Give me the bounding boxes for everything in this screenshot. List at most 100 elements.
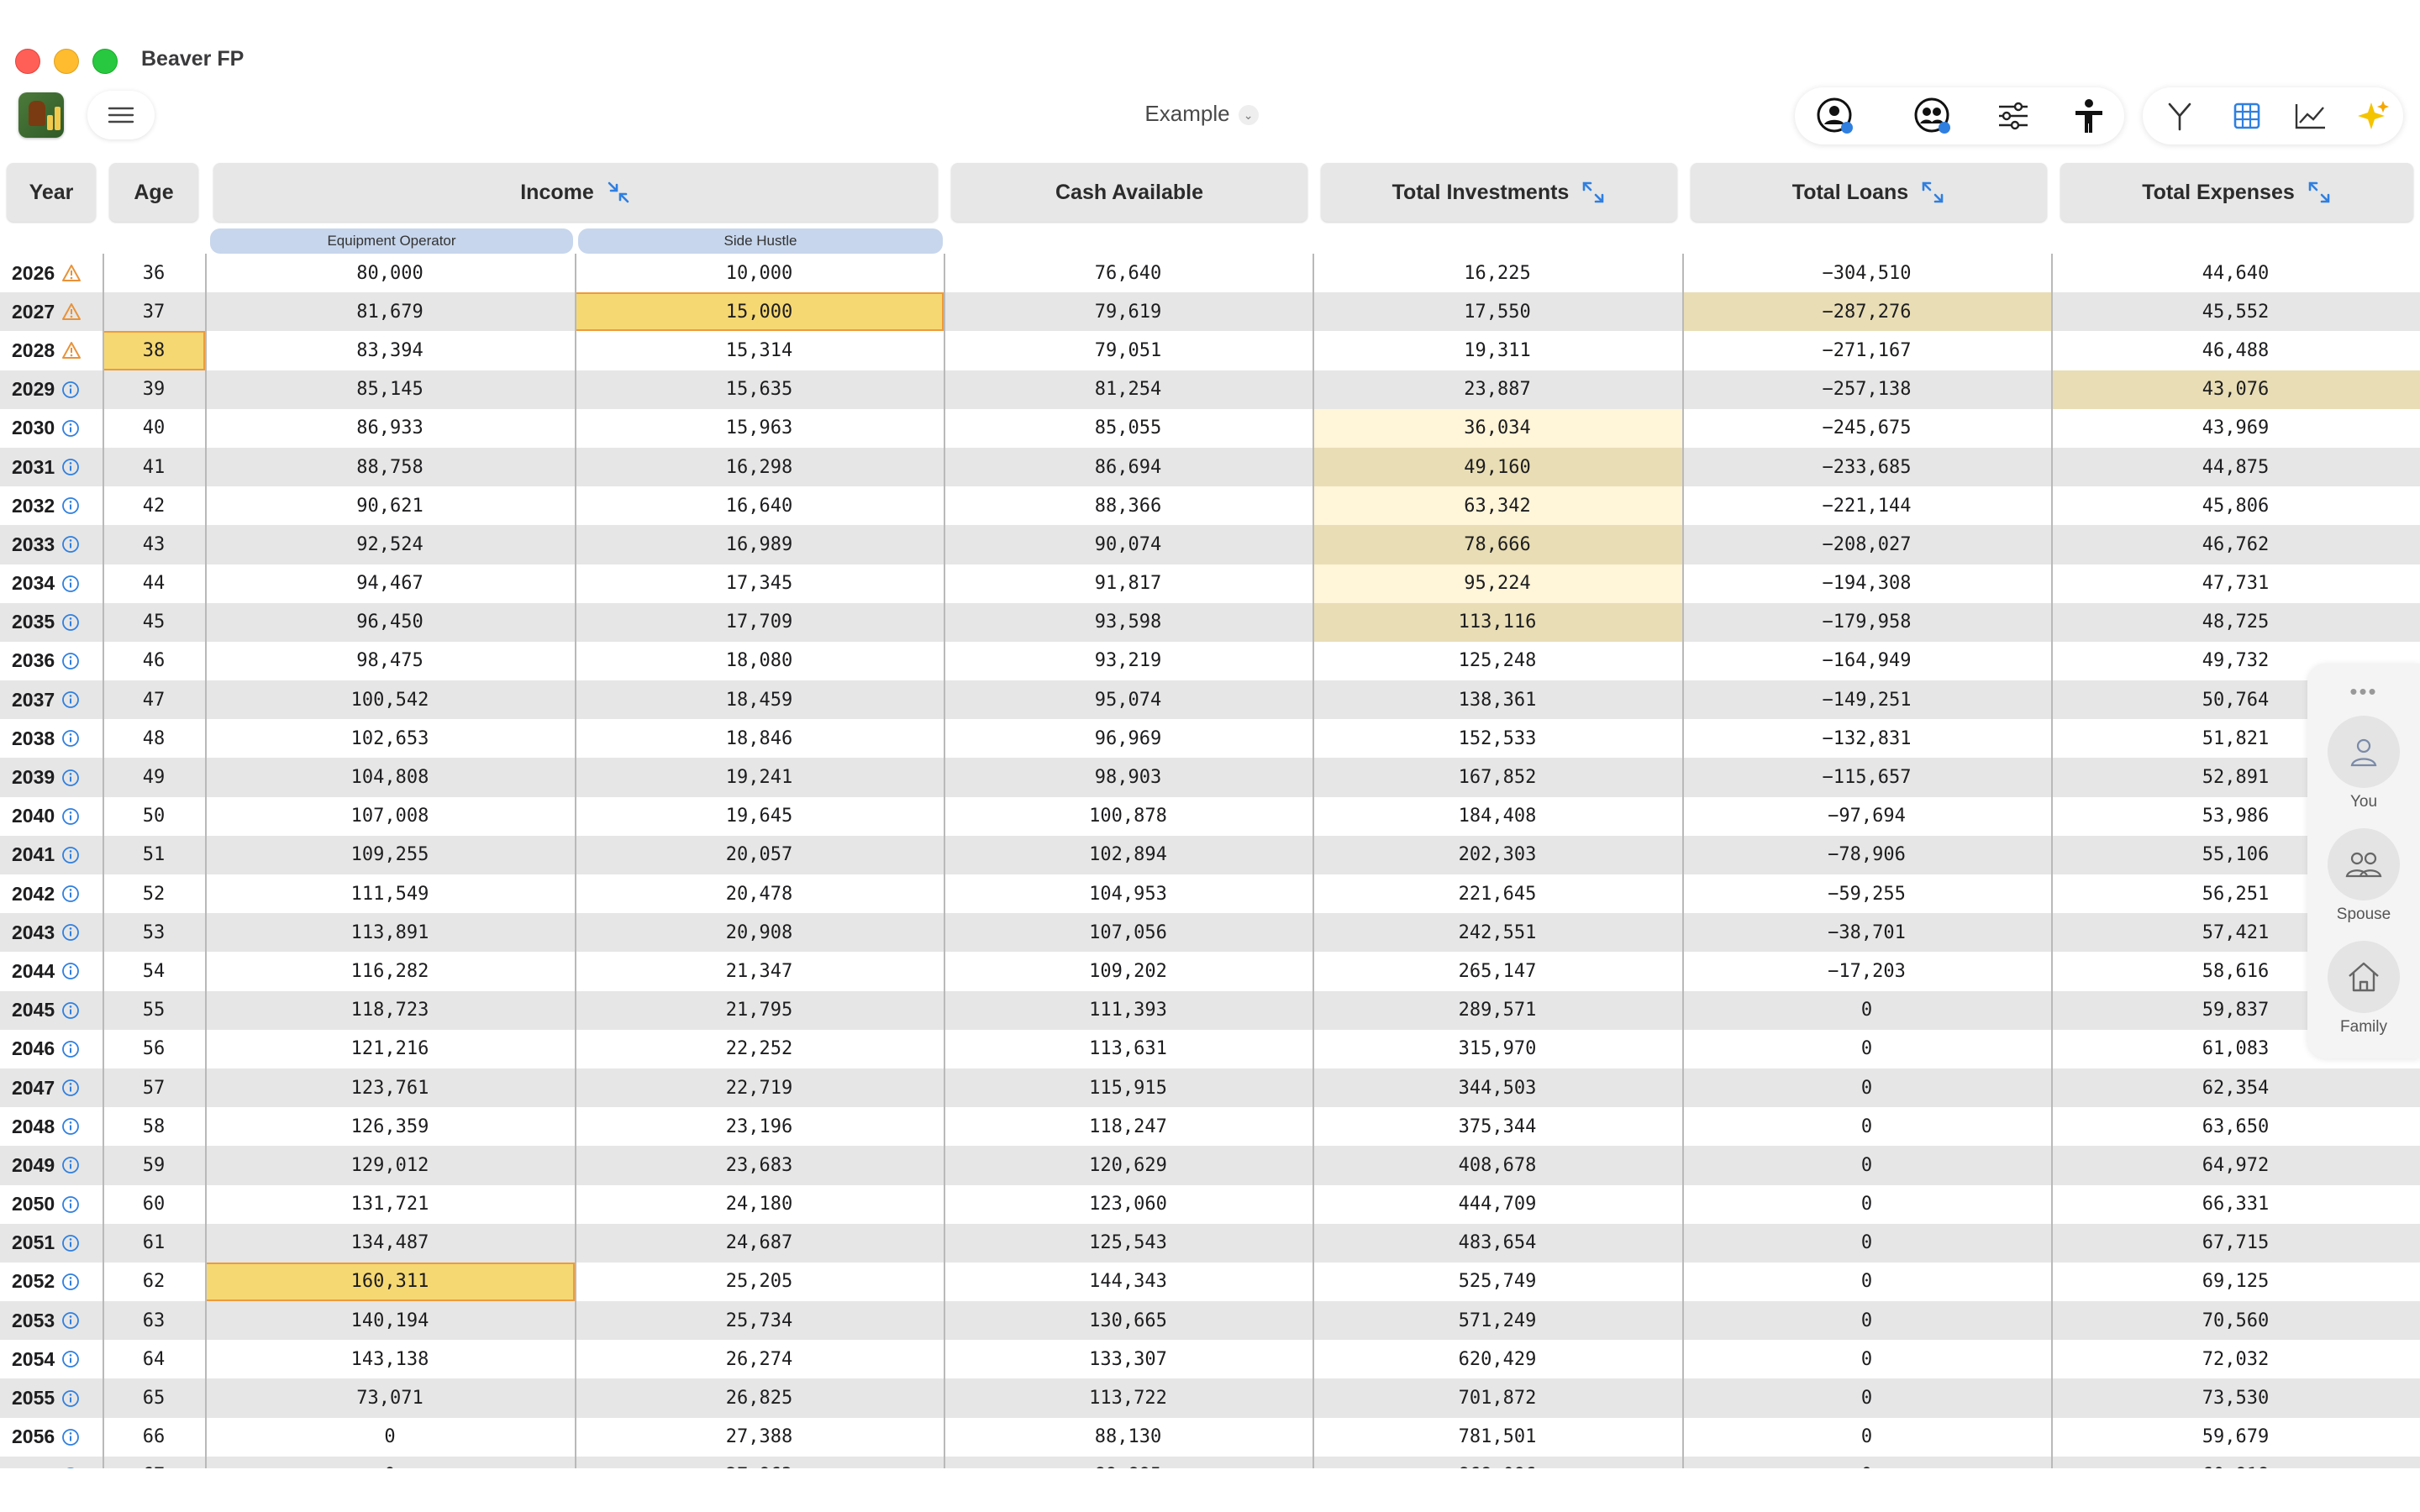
equipment-operator-cell[interactable]: 131,721 — [205, 1185, 575, 1224]
total-expenses-cell[interactable]: 69,125 — [2051, 1263, 2420, 1301]
equipment-operator-cell[interactable]: 109,255 — [205, 836, 575, 874]
info-icon[interactable] — [61, 769, 80, 787]
side-hustle-cell[interactable]: 25,734 — [575, 1301, 944, 1340]
total-expenses-cell[interactable]: 45,552 — [2051, 292, 2420, 331]
age-cell[interactable]: 48 — [103, 719, 205, 758]
year-cell[interactable]: 2046 — [0, 1030, 103, 1068]
year-cell[interactable]: 2033 — [0, 525, 103, 564]
total-expenses-cell[interactable]: 47,731 — [2051, 564, 2420, 603]
total-loans-cell[interactable]: 0 — [1682, 1224, 2051, 1263]
side-hustle-cell[interactable]: 15,635 — [575, 370, 944, 409]
equipment-operator-cell[interactable]: 140,194 — [205, 1301, 575, 1340]
total-investments-cell[interactable]: 138,361 — [1313, 680, 1682, 719]
total-loans-cell[interactable]: 0 — [1682, 1378, 2051, 1417]
side-hustle-cell[interactable]: 20,908 — [575, 913, 944, 952]
total-investments-cell[interactable]: 36,034 — [1313, 408, 1682, 448]
year-cell[interactable]: 2037 — [0, 680, 103, 719]
total-loans-cell[interactable]: −38,701 — [1682, 913, 2051, 952]
total-loans-cell[interactable]: −17,203 — [1682, 952, 2051, 990]
cash-available-cell[interactable]: 79,051 — [944, 331, 1313, 370]
equipment-operator-cell[interactable]: 126,359 — [205, 1107, 575, 1146]
total-expenses-cell[interactable]: 44,640 — [2051, 254, 2420, 292]
info-icon[interactable] — [61, 1273, 80, 1291]
total-expenses-cell[interactable]: 73,530 — [2051, 1378, 2420, 1417]
cash-available-cell[interactable]: 86,694 — [944, 448, 1313, 486]
cash-available-cell[interactable]: 123,060 — [944, 1185, 1313, 1224]
side-hustle-cell[interactable]: 10,000 — [575, 254, 944, 292]
info-icon[interactable] — [61, 652, 80, 670]
more-icon[interactable]: ••• — [2307, 679, 2420, 705]
info-icon[interactable] — [61, 1389, 80, 1408]
column-header-income[interactable]: Income — [213, 163, 938, 222]
info-icon[interactable] — [61, 846, 80, 864]
age-cell[interactable]: 56 — [103, 1030, 205, 1068]
side-hustle-cell[interactable]: 16,989 — [575, 525, 944, 564]
equipment-operator-cell[interactable]: 129,012 — [205, 1146, 575, 1184]
total-expenses-cell[interactable]: 67,715 — [2051, 1224, 2420, 1263]
side-hustle-cell[interactable]: 24,180 — [575, 1185, 944, 1224]
cash-available-cell[interactable]: 81,254 — [944, 370, 1313, 409]
age-cell[interactable]: 37 — [103, 292, 205, 331]
cash-available-cell[interactable]: 91,817 — [944, 564, 1313, 603]
equipment-operator-cell[interactable]: 107,008 — [205, 797, 575, 836]
cash-available-cell[interactable]: 100,878 — [944, 797, 1313, 836]
year-cell[interactable]: 2031 — [0, 448, 103, 486]
total-loans-cell[interactable]: 0 — [1682, 1185, 2051, 1224]
person-you-button[interactable] — [2328, 716, 2400, 788]
age-cell[interactable]: 43 — [103, 525, 205, 564]
column-header-cash[interactable]: Cash Available — [951, 163, 1307, 222]
info-icon[interactable] — [61, 419, 80, 438]
zoom-window-button[interactable] — [92, 49, 118, 74]
age-cell[interactable]: 52 — [103, 874, 205, 913]
total-investments-cell[interactable]: 781,501 — [1313, 1418, 1682, 1457]
age-cell[interactable]: 58 — [103, 1107, 205, 1146]
total-investments-cell[interactable]: 408,678 — [1313, 1146, 1682, 1184]
age-cell[interactable]: 63 — [103, 1301, 205, 1340]
equipment-operator-cell[interactable]: 104,808 — [205, 758, 575, 796]
assistant-button[interactable] — [2353, 96, 2393, 136]
age-cell[interactable]: 60 — [103, 1185, 205, 1224]
cash-available-cell[interactable]: 120,629 — [944, 1146, 1313, 1184]
side-hustle-cell[interactable]: 19,645 — [575, 797, 944, 836]
equipment-operator-cell[interactable]: 143,138 — [205, 1340, 575, 1378]
total-loans-cell[interactable]: 0 — [1682, 1030, 2051, 1068]
info-icon[interactable] — [61, 496, 80, 515]
total-investments-cell[interactable]: 265,147 — [1313, 952, 1682, 990]
equipment-operator-cell[interactable]: 96,450 — [205, 603, 575, 642]
equipment-operator-cell[interactable]: 98,475 — [205, 642, 575, 680]
total-investments-cell[interactable]: 701,872 — [1313, 1378, 1682, 1417]
equipment-operator-cell[interactable]: 88,758 — [205, 448, 575, 486]
equipment-operator-cell[interactable]: 81,679 — [205, 292, 575, 331]
total-investments-cell[interactable]: 221,645 — [1313, 874, 1682, 913]
info-icon[interactable] — [61, 923, 80, 942]
total-expenses-cell[interactable]: 43,076 — [2051, 370, 2420, 409]
total-loans-cell[interactable]: −59,255 — [1682, 874, 2051, 913]
total-loans-cell[interactable]: 0 — [1682, 1301, 2051, 1340]
year-cell[interactable]: 2043 — [0, 913, 103, 952]
total-expenses-cell[interactable]: 64,972 — [2051, 1146, 2420, 1184]
info-icon[interactable] — [61, 1350, 80, 1368]
total-expenses-cell[interactable]: 72,032 — [2051, 1340, 2420, 1378]
total-loans-cell[interactable]: −245,675 — [1682, 409, 2051, 448]
total-investments-cell[interactable]: 17,550 — [1313, 292, 1682, 331]
info-icon[interactable] — [61, 1079, 80, 1097]
total-expenses-cell[interactable]: 63,650 — [2051, 1107, 2420, 1146]
age-cell[interactable]: 62 — [103, 1263, 205, 1301]
age-cell[interactable]: 40 — [103, 409, 205, 448]
equipment-operator-cell[interactable]: 85,145 — [205, 370, 575, 409]
cash-available-cell[interactable]: 98,903 — [944, 758, 1313, 796]
year-cell[interactable]: 2044 — [0, 952, 103, 990]
age-cell[interactable]: 59 — [103, 1146, 205, 1184]
equipment-operator-cell[interactable]: 116,282 — [205, 952, 575, 990]
side-hustle-cell[interactable]: 15,000 — [575, 292, 944, 332]
total-investments-cell[interactable]: 315,970 — [1313, 1030, 1682, 1068]
side-hustle-cell[interactable]: 21,347 — [575, 952, 944, 990]
equipment-operator-cell[interactable]: 111,549 — [205, 874, 575, 913]
equipment-operator-cell[interactable]: 73,071 — [205, 1378, 575, 1417]
age-cell[interactable]: 53 — [103, 913, 205, 952]
column-header-expenses[interactable]: Total Expenses — [2060, 163, 2413, 222]
info-icon[interactable] — [61, 1428, 80, 1446]
cash-available-cell[interactable]: 90,074 — [944, 525, 1313, 564]
year-cell[interactable]: 2050 — [0, 1185, 103, 1224]
total-investments-cell[interactable]: 167,852 — [1313, 758, 1682, 796]
